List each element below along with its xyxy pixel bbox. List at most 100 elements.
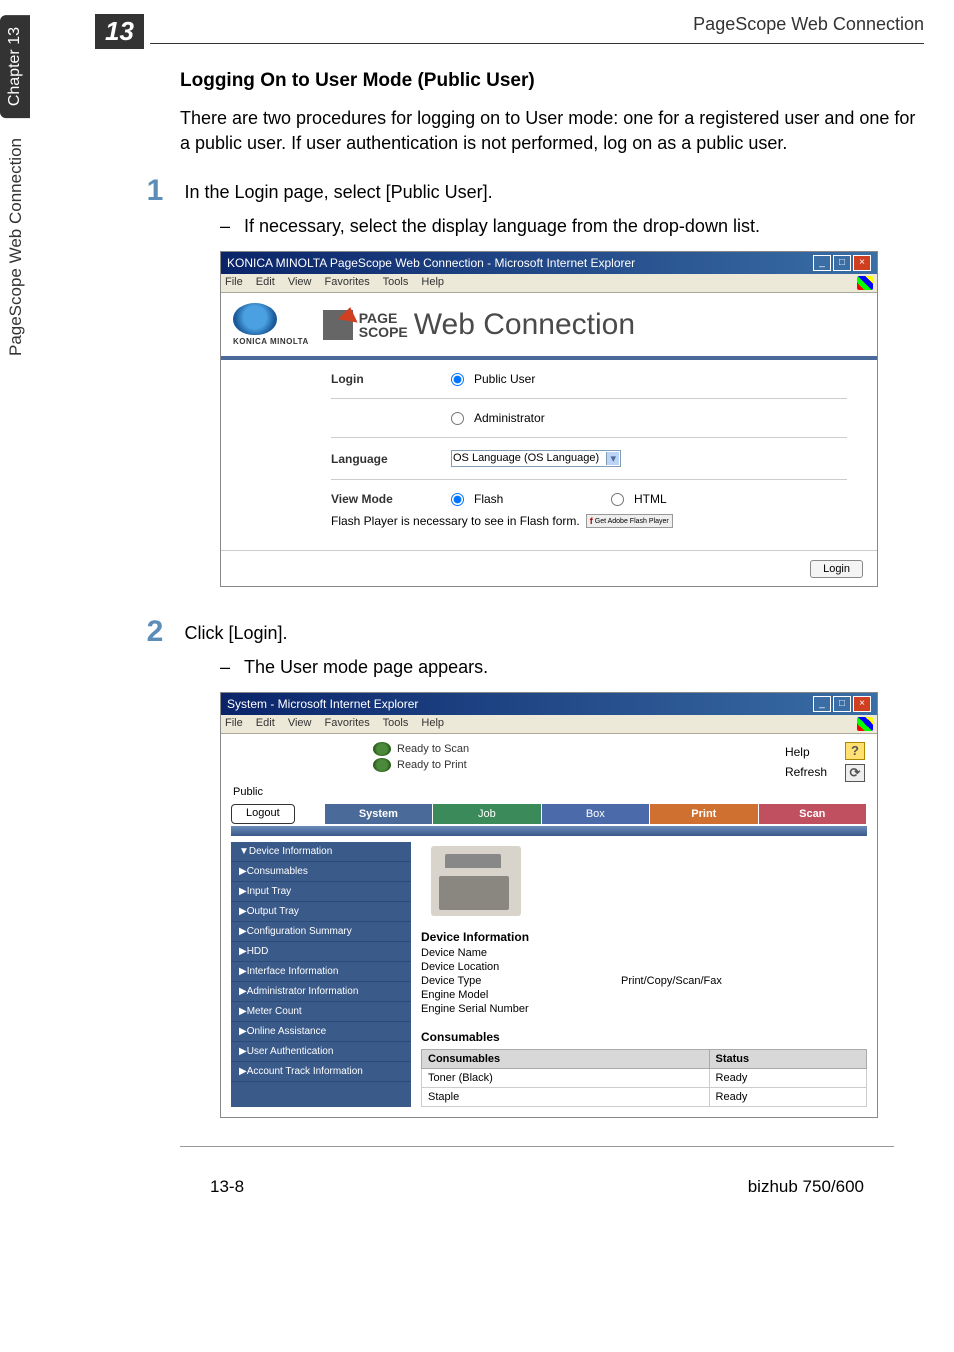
sidemenu-hdd[interactable]: ▶HDD (231, 942, 411, 962)
page-header-title: PageScope Web Connection (150, 14, 924, 44)
th-status: Status (709, 1050, 866, 1069)
close-icon[interactable]: × (853, 255, 871, 271)
sidemenu-meter-count[interactable]: ▶Meter Count (231, 1002, 411, 1022)
intro-paragraph: There are two procedures for logging on … (180, 106, 924, 156)
consumables-heading: Consumables (421, 1026, 867, 1046)
window-title: KONICA MINOLTA PageScope Web Connection … (227, 256, 635, 270)
refresh-icon[interactable]: ⟳ (845, 764, 865, 782)
chevron-down-icon[interactable]: ▾ (606, 452, 619, 465)
ps-title: Web Connection (414, 308, 635, 341)
tab-scan[interactable]: Scan (759, 804, 867, 824)
menu-view[interactable]: View (288, 276, 312, 288)
menu-tools[interactable]: Tools (383, 276, 409, 288)
menu-help[interactable]: Help (421, 276, 444, 288)
ie-titlebar: System - Microsoft Internet Explorer _ □… (221, 693, 877, 715)
tab-job[interactable]: Job (433, 804, 541, 824)
status-dot-icon (373, 742, 391, 756)
table-row: Toner (Black)Ready (422, 1069, 867, 1088)
window-title: System - Microsoft Internet Explorer (227, 697, 418, 711)
sidemenu-output-tray[interactable]: ▶Output Tray (231, 902, 411, 922)
close-icon[interactable]: × (853, 696, 871, 712)
status-scan: Ready to Scan (397, 743, 469, 755)
chapter-number-badge: 13 (95, 14, 144, 49)
page-number: 13-8 (210, 1177, 244, 1197)
menu-tools[interactable]: Tools (383, 717, 409, 729)
ie-logo-icon (857, 276, 873, 290)
refresh-link[interactable]: Refresh (785, 765, 827, 779)
tab-print[interactable]: Print (650, 804, 758, 824)
menu-favorites[interactable]: Favorites (325, 276, 370, 288)
brand-text: KONICA MINOLTA (233, 337, 309, 346)
sidemenu-interface-info[interactable]: ▶Interface Information (231, 962, 411, 982)
sidemenu-config-summary[interactable]: ▶Configuration Summary (231, 922, 411, 942)
help-link[interactable]: Help (785, 745, 827, 759)
html-radio[interactable] (611, 493, 624, 506)
public-label: Public (221, 784, 877, 800)
konica-minolta-logo-icon (233, 303, 277, 335)
help-icon[interactable]: ? (845, 742, 865, 760)
minimize-icon[interactable]: _ (813, 696, 831, 712)
sidemenu-input-tray[interactable]: ▶Input Tray (231, 882, 411, 902)
flash-text: Flash (474, 492, 503, 506)
engine-serial-row: Engine Serial Number (421, 1002, 867, 1016)
flash-radio[interactable] (451, 493, 464, 506)
sidemenu-account-track[interactable]: ▶Account Track Information (231, 1062, 411, 1082)
device-location-row: Device Location (421, 960, 867, 974)
menu-help[interactable]: Help (421, 717, 444, 729)
engine-model-row: Engine Model (421, 988, 867, 1002)
th-consumables: Consumables (422, 1050, 710, 1069)
sidemenu-user-auth[interactable]: ▶User Authentication (231, 1042, 411, 1062)
table-row: StapleReady (422, 1088, 867, 1107)
step-number: 2 (130, 615, 180, 649)
ie-logo-icon (857, 717, 873, 731)
model-name: bizhub 750/600 (748, 1177, 864, 1197)
step-text: In the Login page, select [Public User]. (184, 174, 492, 205)
ie-menubar: File Edit View Favorites Tools Help (221, 274, 877, 293)
device-type-row: Device TypePrint/Copy/Scan/Fax (421, 974, 867, 988)
menu-favorites[interactable]: Favorites (325, 717, 370, 729)
menu-edit[interactable]: Edit (256, 276, 275, 288)
administrator-text: Administrator (474, 411, 545, 425)
device-image-icon (431, 846, 521, 916)
sidemenu-consumables[interactable]: ▶Consumables (231, 862, 411, 882)
menu-file[interactable]: File (225, 717, 243, 729)
administrator-radio[interactable] (451, 412, 464, 425)
ps-scope-label: SCOPE (359, 325, 408, 339)
step-subitem: –If necessary, select the display langua… (220, 216, 924, 237)
system-screenshot: System - Microsoft Internet Explorer _ □… (220, 692, 878, 1118)
menu-file[interactable]: File (225, 276, 243, 288)
flash-note: Flash Player is necessary to see in Flas… (331, 514, 580, 528)
device-info-heading: Device Information (421, 926, 867, 946)
sidemenu-online-assistance[interactable]: ▶Online Assistance (231, 1022, 411, 1042)
public-user-radio[interactable] (451, 373, 464, 386)
public-user-text: Public User (474, 372, 535, 386)
language-label: Language (331, 452, 451, 466)
device-name-row: Device Name (421, 946, 867, 960)
tab-box[interactable]: Box (542, 804, 650, 824)
sidemenu-device-info[interactable]: ▼Device Information (231, 842, 411, 862)
menu-edit[interactable]: Edit (256, 717, 275, 729)
sidemenu-admin-info[interactable]: ▶Administrator Information (231, 982, 411, 1002)
sidebar-title: PageScope Web Connection (0, 126, 32, 368)
ie-menubar: File Edit View Favorites Tools Help (221, 715, 877, 734)
html-text: HTML (634, 492, 667, 506)
consumables-table: ConsumablesStatus Toner (Black)Ready Sta… (421, 1049, 867, 1107)
step-number: 1 (130, 174, 180, 208)
tab-underline (231, 826, 867, 836)
logout-button[interactable]: Logout (231, 804, 295, 824)
pagescope-icon (323, 310, 353, 340)
ps-page-label: PAGE (359, 311, 408, 325)
login-screenshot: KONICA MINOLTA PageScope Web Connection … (220, 251, 878, 587)
viewmode-label: View Mode (331, 492, 451, 506)
language-select[interactable]: OS Language (OS Language)▾ (451, 450, 621, 467)
menu-view[interactable]: View (288, 717, 312, 729)
tab-system[interactable]: System (325, 804, 433, 824)
minimize-icon[interactable]: _ (813, 255, 831, 271)
step-text: Click [Login]. (184, 615, 287, 646)
login-label: Login (331, 372, 451, 386)
maximize-icon[interactable]: □ (833, 696, 851, 712)
login-button[interactable]: Login (810, 560, 863, 578)
flash-player-badge[interactable]: fGet Adobe Flash Player (586, 514, 673, 528)
status-dot-icon (373, 758, 391, 772)
maximize-icon[interactable]: □ (833, 255, 851, 271)
